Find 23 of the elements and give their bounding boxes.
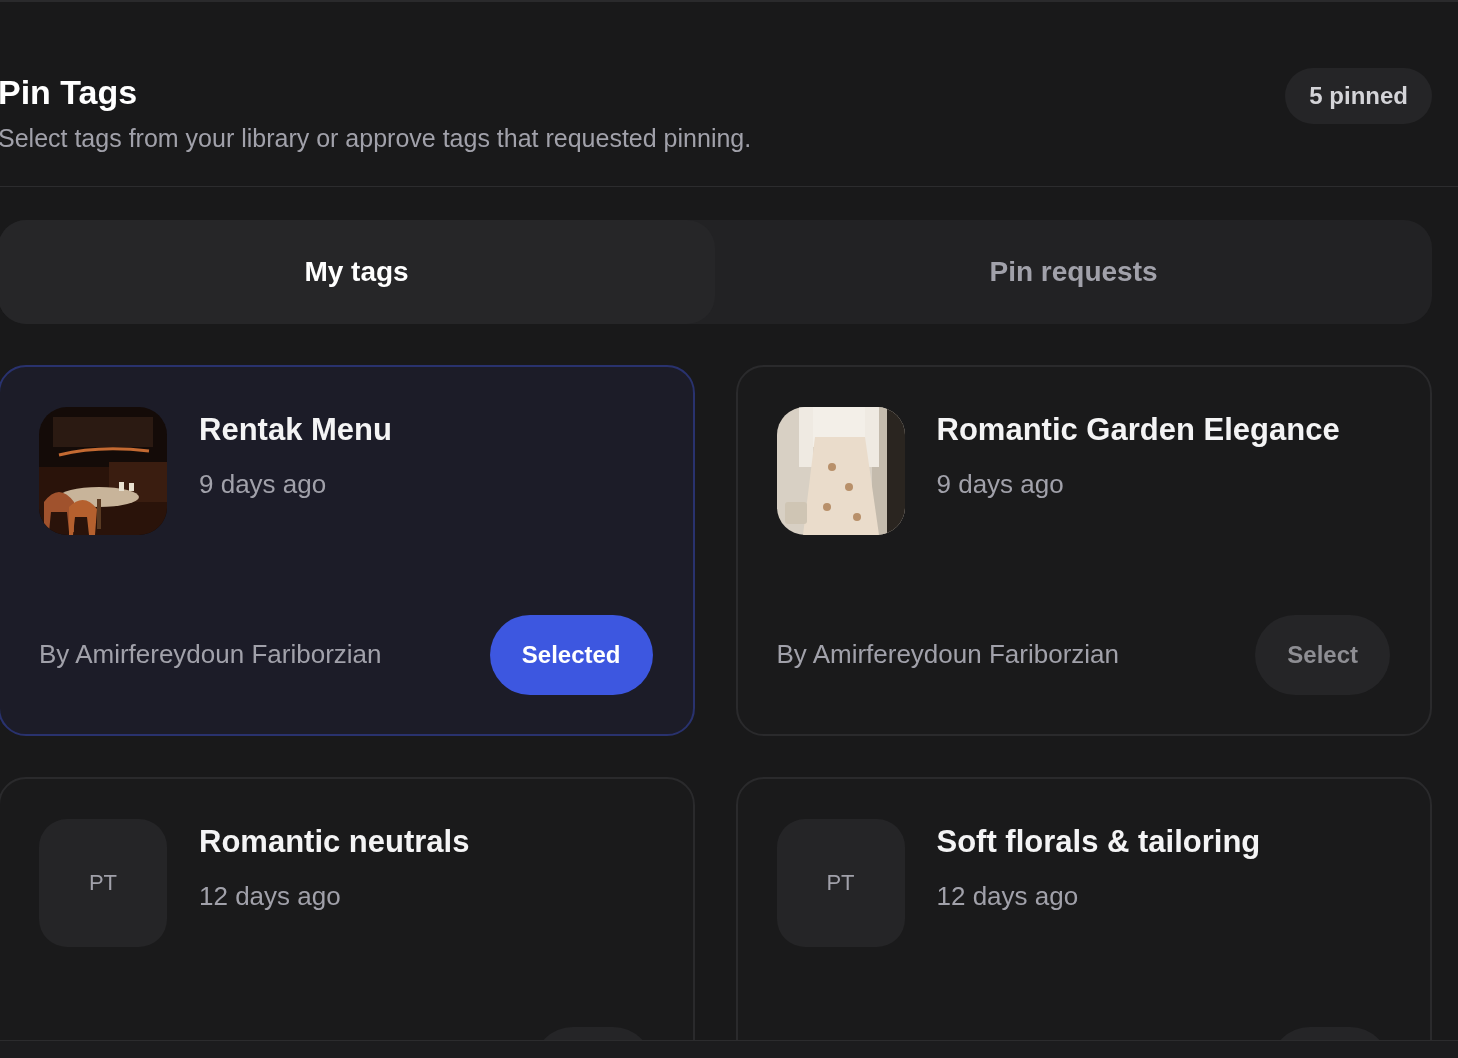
tag-card[interactable]: Romantic Garden Elegance 9 days ago By Amirfereydoun Fariborzian Select <box>735 364 1432 736</box>
tag-title: Rentak Menu <box>199 410 392 449</box>
tag-author: By Amirfereydoun Fariborzian <box>39 638 382 671</box>
tag-title: Romantic Garden Elegance <box>936 410 1340 449</box>
initials-avatar: PT <box>39 818 167 947</box>
select-button[interactable]: Select <box>1255 614 1390 695</box>
tag-title: Romantic neutrals <box>199 822 470 861</box>
tag-time: 12 days ago <box>199 879 342 913</box>
tag-card[interactable]: Rentak Menu 9 days ago By Amirfereydoun Fariborzian Selected <box>0 364 695 736</box>
tag-card[interactable]: PT Romantic neutrals 12 days ago <box>0 776 695 1040</box>
tag-time: 9 days ago <box>936 467 1065 501</box>
tag-author: By Amirfereydoun Fariborzian <box>776 638 1119 671</box>
tag-time: 9 days ago <box>199 467 328 501</box>
tab[interactable]: Pin requests <box>715 219 1432 324</box>
select-button[interactable]: Selected <box>489 614 653 695</box>
page-title: Pin Tags <box>0 72 139 113</box>
tab[interactable]: My tags <box>0 219 715 324</box>
page-subtitle: Select tags from your library or approve tags that requested pinning. <box>0 123 752 154</box>
pinned-count-badge: 5 pinned <box>1285 68 1432 124</box>
initials-avatar: PT <box>776 818 905 947</box>
tag-card[interactable]: PT Soft florals & tailoring 12 days ago <box>735 776 1432 1040</box>
tag-time: 12 days ago <box>936 879 1080 913</box>
tag-title: Soft florals & tailoring <box>936 822 1261 861</box>
